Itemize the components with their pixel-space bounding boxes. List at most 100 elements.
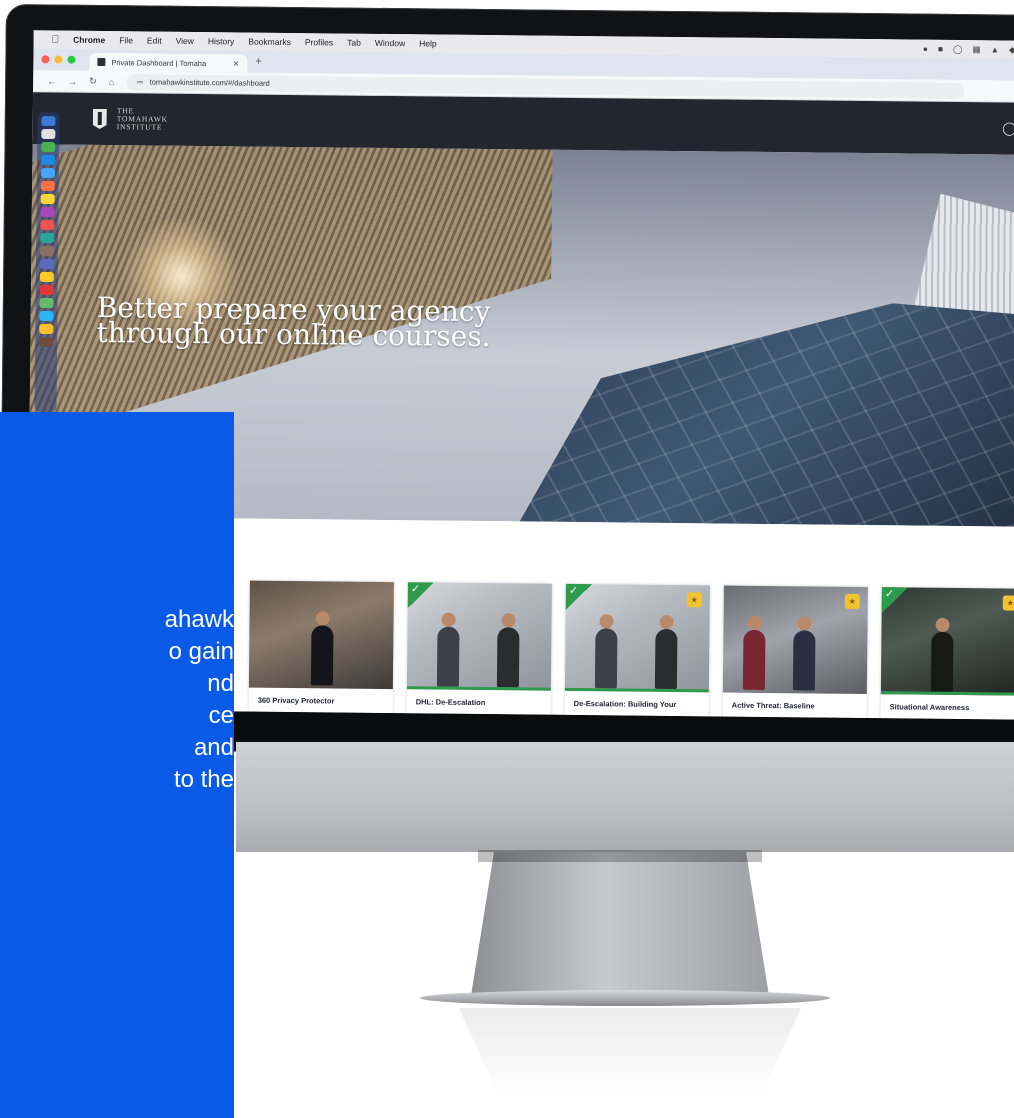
course-card[interactable]: ✓ ★ Situational Awareness [880,587,1014,720]
course-progress-bar [406,686,551,691]
monitor-stand-base [420,990,830,1006]
pin-icon[interactable]: ★ [1002,595,1014,611]
tray-icon[interactable]: ▦ [973,44,981,55]
forward-arrow-icon[interactable]: → [68,76,77,86]
overlay-line: o gain [168,638,234,665]
overlay-line: ce [208,702,234,729]
dock-app-icon[interactable] [40,245,55,257]
browser-tab-active[interactable]: Private Dashboard | Tomaha ✕ [89,52,248,73]
dock-app-icon[interactable] [41,141,56,153]
thumbnail-figure [792,630,816,691]
thumbnail-figure [436,626,460,687]
course-title: Active Threat: Baseline [731,700,815,711]
course-title: Situational Awareness [889,702,970,713]
thumbnail-figure [930,631,954,692]
dock-app-icon[interactable] [40,206,55,218]
check-icon: ✓ [568,584,579,598]
menu-help[interactable]: Help [419,38,437,48]
menu-tab[interactable]: Tab [347,38,361,48]
pin-icon[interactable]: ★ [686,592,702,608]
site-settings-icon[interactable]: ≔ [136,77,144,86]
thumbnail-figure [310,625,334,686]
thumbnail-figure [742,629,766,690]
dock-app-icon[interactable] [40,232,55,244]
course-card[interactable]: ✓ ★ De-Escalation: Building Your [564,583,710,718]
apple-icon[interactable]:  [52,34,60,45]
tray-icon[interactable]: ▲ [991,44,1000,55]
overlay-text: ahawk o gain nd ce and to the [0,604,234,796]
completed-badge: ✓ [407,582,434,609]
blue-overlay-panel: ahawk o gain nd ce and to the [0,412,234,1118]
zoom-window-button[interactable] [67,55,76,64]
dock-app-icon[interactable] [40,167,55,179]
course-thumbnail [248,580,394,690]
menu-window[interactable]: Window [375,38,405,48]
tray-icon[interactable]: ◯ [953,43,963,54]
dock-app-icon[interactable] [39,310,54,322]
close-window-button[interactable] [41,55,50,64]
menu-bookmarks[interactable]: Bookmarks [248,37,291,47]
course-card[interactable]: 360 Privacy Protector [248,580,394,715]
course-progress-bar [564,687,709,693]
menubar-tray: ● ■ ◯ ▦ ▲ ◆ [923,43,1014,55]
dock-app-icon[interactable] [40,180,55,192]
dock-app-icon[interactable] [40,219,55,231]
dock-app-icon[interactable] [41,154,56,166]
menu-view[interactable]: View [176,36,194,46]
tray-icon[interactable]: ■ [938,43,943,54]
user-menu-icon[interactable]: ◯ [1002,120,1014,136]
reload-icon[interactable]: ↻ [89,76,97,87]
tray-icon[interactable]: ◆ [1009,44,1014,55]
course-progress-bar [880,691,1014,696]
course-card[interactable]: ★ Active Threat: Baseline [722,585,868,720]
logo-line: INSTITUTE [116,122,163,132]
menu-history[interactable]: History [208,36,235,46]
tray-icon[interactable]: ● [923,43,928,54]
dock-app-icon[interactable] [39,336,54,348]
menubar-app-name[interactable]: Chrome [73,35,105,45]
dock-app-icon[interactable] [39,284,54,296]
minimize-window-button[interactable] [54,55,63,64]
dock-app-icon[interactable] [39,258,55,270]
check-icon: ✓ [884,588,895,601]
thumbnail-figure [594,628,618,689]
dock-app-icon[interactable] [40,193,55,205]
dock-app-icon[interactable] [41,128,56,140]
overlay-line: ahawk [164,606,234,633]
home-icon[interactable]: ⌂ [109,77,115,87]
dock-app-icon[interactable] [41,115,56,127]
tab-title: Private Dashboard | Tomaha [111,57,207,68]
menu-edit[interactable]: Edit [147,35,162,45]
site-logo-text[interactable]: THE TOMAHAWK INSTITUTE [116,106,168,132]
thumbnail-figure [496,627,520,688]
course-card[interactable]: ✓ DHL: De-Escalation [406,582,552,716]
overlay-line: nd [207,670,234,697]
dock-app-icon[interactable] [39,297,54,309]
monitor-stand-shadow [478,850,762,862]
site-favicon-icon [97,57,106,67]
tomahawk-logo-icon[interactable] [93,109,107,129]
back-arrow-icon[interactable]: ← [47,76,56,86]
course-title: De-Escalation: Building Your [573,698,677,710]
monitor-reflection [459,1008,801,1118]
menu-file[interactable]: File [119,35,133,45]
monitor-chin [236,742,1014,852]
pin-icon[interactable]: ★ [844,593,860,609]
hero-title-line: through our online courses. [96,315,491,354]
monitor-stand-neck [470,852,770,1002]
completed-badge: ✓ [881,587,908,614]
thumbnail-figure [654,628,678,690]
dock-app-icon[interactable] [39,271,54,283]
overlay-line: to the [173,766,234,793]
mac-dock [34,111,60,413]
check-icon: ✓ [410,583,421,596]
hero-title: Better prepare your agency through our o… [96,291,656,354]
menu-profiles[interactable]: Profiles [305,37,333,47]
new-tab-icon[interactable]: + [255,56,262,68]
overlay-line: and [193,734,234,761]
completed-badge: ✓ [565,583,592,611]
address-url: tomahawkinstitute.com/#/dashboard [149,77,270,88]
close-tab-icon[interactable]: ✕ [233,59,240,68]
window-controls [41,48,76,70]
dock-app-icon[interactable] [39,323,54,335]
